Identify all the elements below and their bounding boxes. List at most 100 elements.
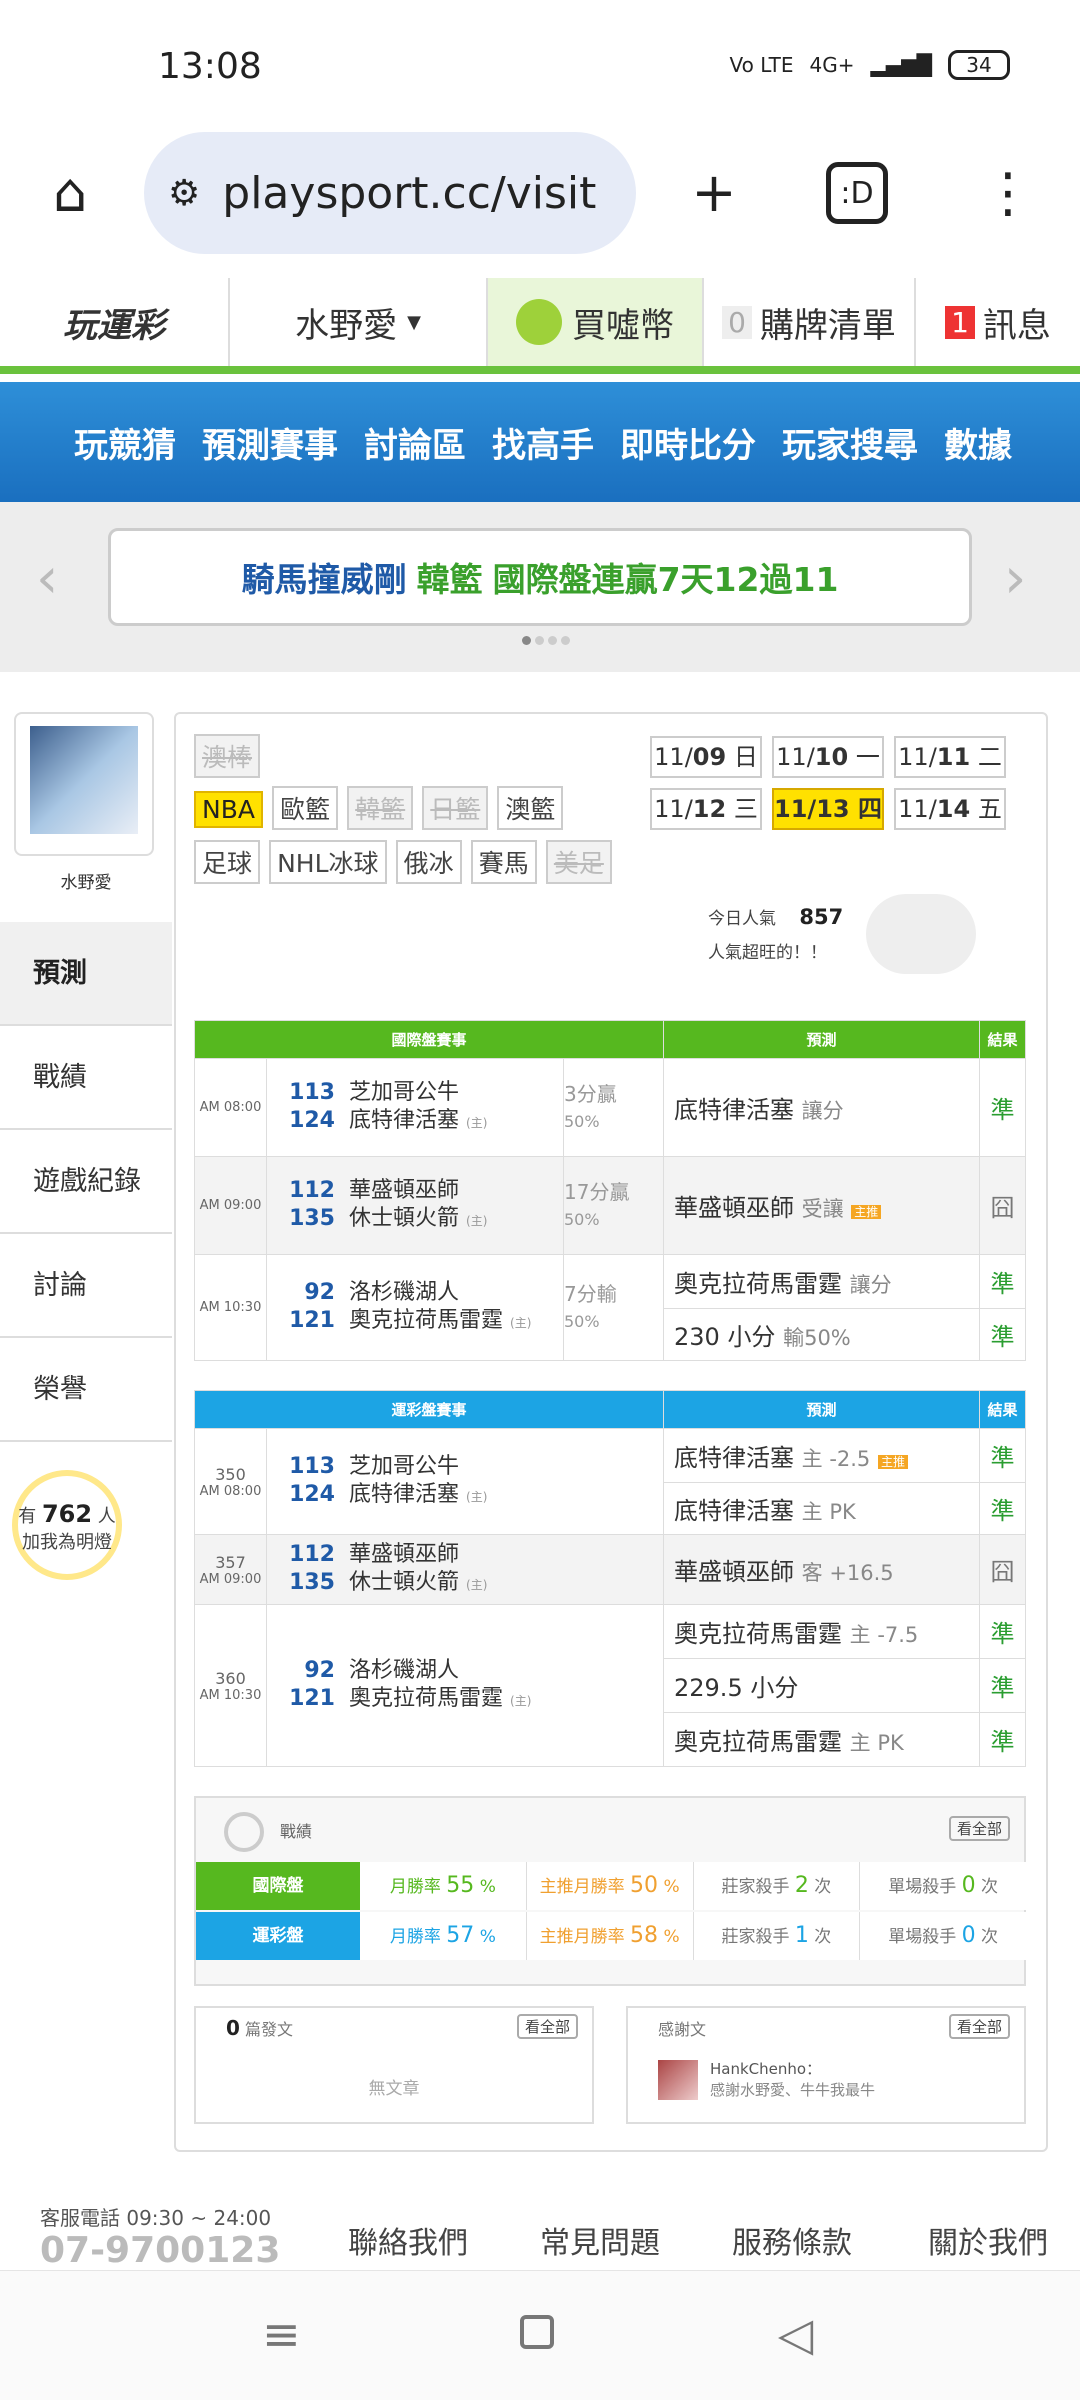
view-all-button[interactable]: 看全部: [948, 2014, 1010, 2039]
buy-coin-label: 買噓幣: [572, 305, 674, 346]
signal-bars-icon: ▂▄▆█: [870, 53, 932, 77]
league-tag[interactable]: 澳籃: [497, 786, 564, 830]
footer-contact[interactable]: 聯絡我們: [348, 2218, 468, 2262]
date-button[interactable]: 11/12 三: [650, 788, 762, 830]
message-button[interactable]: 1 訊息: [916, 278, 1080, 366]
cart-button[interactable]: 0 購牌清單: [704, 278, 916, 366]
site-logo[interactable]: 玩運彩: [0, 278, 230, 366]
banner[interactable]: 騎馬撞威剛 韓籃 國際盤連贏7天12過11: [108, 528, 972, 626]
home-button-icon[interactable]: [520, 2315, 554, 2349]
browser-toolbar: ⌂ ⚙ playsport.cc/visit + :D ⋮: [0, 132, 1080, 278]
team-name[interactable]: 休士頓火箭: [349, 1570, 459, 1595]
thanks-avatar[interactable]: [658, 2060, 698, 2100]
team-name[interactable]: 洛杉磯湖人: [349, 1280, 459, 1305]
team-name[interactable]: 底特律活塞: [349, 1108, 459, 1133]
league-tag-nba[interactable]: NBA: [194, 791, 263, 828]
home-icon[interactable]: ⌂: [32, 154, 108, 230]
date-button[interactable]: 11/14 五: [894, 788, 1006, 830]
new-tab-icon[interactable]: +: [676, 154, 752, 230]
prediction: 奧克拉荷馬雷霆: [674, 1270, 842, 1298]
view-all-button[interactable]: 看全部: [516, 2014, 578, 2039]
game-time: 350 AM 08:00: [194, 1428, 267, 1535]
date-button[interactable]: 11/09 日: [650, 736, 762, 778]
bulb-post: 人: [97, 1506, 116, 1527]
league-tag[interactable]: 賽馬: [470, 840, 537, 884]
team-name[interactable]: 華盛頓巫師: [349, 1542, 459, 1567]
bulb-count: 762: [41, 1500, 93, 1528]
nav-live-score[interactable]: 即時比分: [620, 418, 756, 467]
sidebar: 水野愛 預測 戰績 遊戲紀錄 討論 榮譽 有 762 人 加我為明燈: [0, 712, 172, 1712]
table-row: 350 AM 08:00 113 芝加哥公牛 124 底特律活塞 (主) 底特律活塞 主…: [194, 1428, 1026, 1535]
game-time: 360 AM 10:30: [194, 1604, 267, 1767]
league-tag[interactable]: 歐籃: [272, 786, 339, 830]
team-name[interactable]: 華盛頓巫師: [349, 1178, 459, 1203]
more-menu-icon[interactable]: ⋮: [970, 154, 1046, 230]
league-tag[interactable]: NHL冰球: [269, 840, 387, 884]
side-item-record[interactable]: 戰績: [0, 1026, 172, 1130]
side-item-predict[interactable]: 預測: [0, 922, 172, 1026]
nav-predict[interactable]: 預測賽事: [202, 418, 338, 467]
team-name[interactable]: 洛杉磯湖人: [349, 1658, 459, 1683]
nav-guess[interactable]: 玩競猜: [74, 418, 176, 467]
chevron-right-icon[interactable]: ›: [1004, 546, 1026, 611]
footer-faq[interactable]: 常見問題: [540, 2218, 660, 2262]
main-nav: 玩競猜 預測賽事 討論區 找高手 即時比分 玩家搜尋 數據: [0, 382, 1080, 502]
team-name[interactable]: 底特律活塞: [349, 1482, 459, 1507]
result: 準: [979, 1308, 1026, 1361]
back-icon[interactable]: ◁: [778, 2307, 813, 2361]
nav-forum[interactable]: 討論區: [364, 418, 466, 467]
record-row-intl: 國際盤 月勝率 55 % 主推月勝率 50 % 莊家殺手 2 次 單場殺手 0 …: [196, 1862, 1026, 1910]
side-item-discussion[interactable]: 討論: [0, 1234, 172, 1338]
user-menu[interactable]: 水野愛 ▼: [230, 278, 488, 366]
message-count: 1: [945, 305, 975, 339]
thanks-entry[interactable]: HankChenho： 感謝水野愛、牛牛我最牛: [710, 2058, 875, 2100]
footer-terms[interactable]: 服務條款: [732, 2218, 852, 2262]
date-button-selected[interactable]: 11/13 四: [772, 788, 884, 830]
league-row-1: NBA 歐籃 韓籃 日籃 澳籃: [194, 786, 567, 830]
team-name[interactable]: 奧克拉荷馬雷霆: [349, 1308, 503, 1333]
url-bar[interactable]: ⚙ playsport.cc/visit: [144, 132, 636, 254]
league-tag[interactable]: 足球: [194, 840, 261, 884]
prediction: 底特律活塞: [674, 1497, 794, 1525]
buy-coin-button[interactable]: 買噓幣: [488, 278, 704, 366]
recent-apps-icon[interactable]: ≡: [262, 2307, 301, 2361]
league-tag: 美足: [545, 840, 612, 884]
status-icons: Vo LTE 4G+ ▂▄▆█ 34: [730, 50, 1010, 80]
side-item-game-log[interactable]: 遊戲紀錄: [0, 1130, 172, 1234]
prediction: 底特律活塞: [674, 1444, 794, 1472]
table-row: AM 10:30 92 洛杉磯湖人 121 奧克拉荷馬雷霆 (主) 7分輸 50% 奧克…: [194, 1254, 1026, 1361]
site-settings-icon[interactable]: ⚙: [168, 173, 200, 214]
league-tag: 日籃: [422, 786, 489, 830]
team-name[interactable]: 芝加哥公牛: [349, 1454, 459, 1479]
chevron-left-icon[interactable]: ‹: [36, 546, 58, 611]
table-row: AM 08:00 113 芝加哥公牛 124 底特律活塞 (主) 3分贏 50% 底特律…: [194, 1058, 1026, 1157]
banner-zone: ‹ 騎馬撞威剛 韓籃 國際盤連贏7天12過11 ›: [0, 502, 1080, 672]
prediction: 底特律活塞: [674, 1096, 794, 1124]
thanks-label: 感謝文: [658, 2020, 707, 2039]
nav-find-expert[interactable]: 找高手: [492, 418, 594, 467]
side-item-honor[interactable]: 榮譽: [0, 1338, 172, 1442]
result: 準: [979, 1428, 1026, 1483]
date-button[interactable]: 11/10 一: [772, 736, 884, 778]
result: 準: [979, 1658, 1026, 1713]
bulb-pre: 有: [18, 1506, 37, 1527]
lottery-table: 運彩盤賽事 預測 結果 350 AM 08:00 113 芝加哥公牛 124 底特律活塞 (…: [194, 1390, 1026, 1767]
footer-phone[interactable]: 07-9700123: [40, 2230, 280, 2271]
league-tag[interactable]: 俄冰: [395, 840, 462, 884]
team-name[interactable]: 休士頓火箭: [349, 1206, 459, 1231]
lightbulb-badge[interactable]: 有 762 人 加我為明燈: [12, 1470, 122, 1580]
system-nav-bar: ≡ ◁: [0, 2270, 1080, 2400]
view-all-button[interactable]: 看全部: [948, 1816, 1010, 1841]
avatar-image: [30, 726, 138, 834]
date-button[interactable]: 11/11 二: [894, 736, 1006, 778]
posts-count: 0: [226, 2016, 240, 2040]
footer-about[interactable]: 關於我們: [928, 2218, 1048, 2262]
avatar[interactable]: [14, 712, 154, 856]
team-name[interactable]: 芝加哥公牛: [349, 1080, 459, 1105]
intl-header-result: 結果: [979, 1020, 1026, 1059]
banner-dots: [522, 636, 570, 645]
nav-player-search[interactable]: 玩家搜尋: [782, 418, 918, 467]
nav-data[interactable]: 數據: [944, 418, 1012, 467]
tab-switcher-icon[interactable]: :D: [826, 162, 888, 224]
team-name[interactable]: 奧克拉荷馬雷霆: [349, 1686, 503, 1711]
